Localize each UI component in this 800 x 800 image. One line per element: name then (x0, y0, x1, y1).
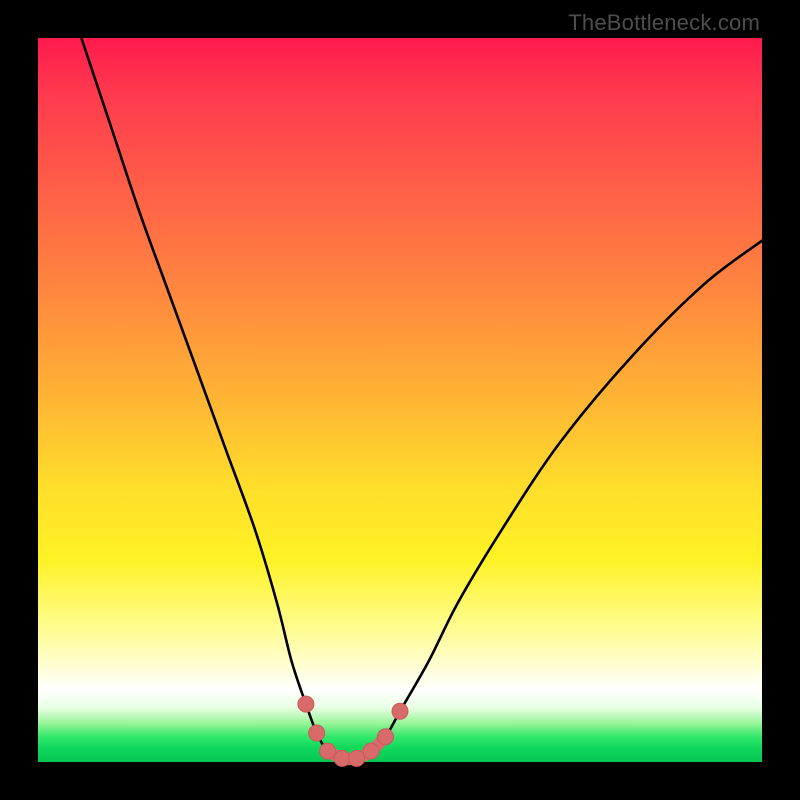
curve-marker (334, 750, 350, 766)
curve-marker (363, 743, 379, 759)
curve-marker (392, 703, 408, 719)
curve-marker (349, 750, 365, 766)
curve-marker (298, 696, 314, 712)
curve-markers (298, 696, 408, 766)
bottleneck-chart-svg (38, 38, 762, 762)
chart-frame: TheBottleneck.com (0, 0, 800, 800)
bottleneck-curve (81, 38, 762, 759)
attribution-label: TheBottleneck.com (568, 10, 760, 36)
curve-marker (320, 743, 336, 759)
curve-marker (309, 725, 325, 741)
curve-marker (378, 729, 394, 745)
